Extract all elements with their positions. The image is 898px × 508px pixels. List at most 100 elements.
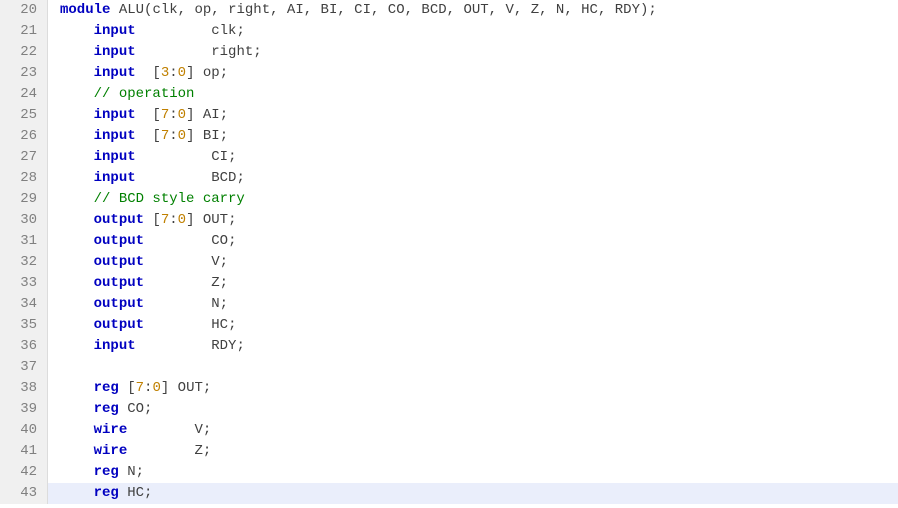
token-ident: CI: [211, 149, 228, 165]
code-content[interactable]: input [3:0] op;: [48, 63, 898, 84]
code-content[interactable]: module ALU(clk, op, right, AI, BI, CI, C…: [48, 0, 898, 21]
code-content[interactable]: output N;: [48, 294, 898, 315]
token-kw: output: [94, 254, 144, 270]
code-line[interactable]: 35 output HC;: [0, 315, 898, 336]
token-punct: :: [169, 107, 177, 123]
code-line[interactable]: 24 // operation: [0, 84, 898, 105]
token-num: 3: [161, 65, 169, 81]
code-content[interactable]: [48, 357, 898, 378]
code-line[interactable]: 30 output [7:0] OUT;: [0, 210, 898, 231]
code-editor[interactable]: 20module ALU(clk, op, right, AI, BI, CI,…: [0, 0, 898, 504]
token-punct: [136, 338, 212, 354]
line-number: 40: [0, 420, 48, 441]
code-line[interactable]: 36 input RDY;: [0, 336, 898, 357]
token-ident: RDY: [615, 2, 640, 18]
code-line[interactable]: 26 input [7:0] BI;: [0, 126, 898, 147]
code-content[interactable]: // operation: [48, 84, 898, 105]
token-ident: OUT: [463, 2, 488, 18]
code-content[interactable]: input [7:0] AI;: [48, 105, 898, 126]
token-cmt: // BCD style carry: [94, 191, 245, 207]
token-ident: HC: [211, 317, 228, 333]
token-punct: ;: [228, 212, 236, 228]
token-ident: HC: [581, 2, 598, 18]
token-ident: V: [211, 254, 219, 270]
line-number: 21: [0, 21, 48, 42]
code-line[interactable]: 42 reg N;: [0, 462, 898, 483]
token-punct: ;: [253, 44, 261, 60]
token-ident: clk: [152, 2, 177, 18]
code-line[interactable]: 27 input CI;: [0, 147, 898, 168]
code-content[interactable]: reg HC;: [48, 483, 898, 504]
token-num: 0: [152, 380, 160, 396]
code-line[interactable]: 25 input [7:0] AI;: [0, 105, 898, 126]
token-punct: ;: [220, 275, 228, 291]
code-line[interactable]: 37: [0, 357, 898, 378]
token-punct: [60, 212, 94, 228]
code-content[interactable]: output V;: [48, 252, 898, 273]
code-content[interactable]: output CO;: [48, 231, 898, 252]
code-content[interactable]: output Z;: [48, 273, 898, 294]
code-line[interactable]: 43 reg HC;: [0, 483, 898, 504]
token-ident: RDY: [211, 338, 236, 354]
line-number: 23: [0, 63, 48, 84]
token-kw: input: [94, 338, 136, 354]
code-line[interactable]: 23 input [3:0] op;: [0, 63, 898, 84]
line-number: 43: [0, 483, 48, 504]
token-kw: input: [94, 107, 136, 123]
line-number: 22: [0, 42, 48, 63]
code-content[interactable]: output [7:0] OUT;: [48, 210, 898, 231]
token-punct: ]: [186, 128, 203, 144]
token-punct: ;: [648, 2, 656, 18]
token-punct: ,: [337, 2, 354, 18]
token-punct: ;: [220, 107, 228, 123]
line-number: 27: [0, 147, 48, 168]
code-line[interactable]: 22 input right;: [0, 42, 898, 63]
code-content[interactable]: reg N;: [48, 462, 898, 483]
token-ident: op: [203, 65, 220, 81]
code-line[interactable]: 33 output Z;: [0, 273, 898, 294]
code-line[interactable]: 20module ALU(clk, op, right, AI, BI, CI,…: [0, 0, 898, 21]
token-punct: ;: [203, 443, 211, 459]
token-punct: ]: [186, 65, 203, 81]
code-line[interactable]: 28 input BCD;: [0, 168, 898, 189]
token-kw: output: [94, 275, 144, 291]
token-punct: ;: [236, 23, 244, 39]
code-line[interactable]: 39 reg CO;: [0, 399, 898, 420]
code-content[interactable]: input right;: [48, 42, 898, 63]
code-line[interactable]: 32 output V;: [0, 252, 898, 273]
code-content[interactable]: input RDY;: [48, 336, 898, 357]
token-punct: ,: [598, 2, 615, 18]
code-content[interactable]: wire Z;: [48, 441, 898, 462]
code-content[interactable]: reg [7:0] OUT;: [48, 378, 898, 399]
code-line[interactable]: 31 output CO;: [0, 231, 898, 252]
code-content[interactable]: reg CO;: [48, 399, 898, 420]
code-content[interactable]: input CI;: [48, 147, 898, 168]
token-punct: ,: [270, 2, 287, 18]
token-ident: CO: [211, 233, 228, 249]
code-content[interactable]: input [7:0] BI;: [48, 126, 898, 147]
code-content[interactable]: // BCD style carry: [48, 189, 898, 210]
code-content[interactable]: output HC;: [48, 315, 898, 336]
line-number: 41: [0, 441, 48, 462]
token-punct: :: [169, 212, 177, 228]
code-line[interactable]: 38 reg [7:0] OUT;: [0, 378, 898, 399]
token-punct: [60, 275, 94, 291]
token-punct: [60, 44, 94, 60]
code-line[interactable]: 41 wire Z;: [0, 441, 898, 462]
code-line[interactable]: 40 wire V;: [0, 420, 898, 441]
token-punct: [60, 191, 94, 207]
token-punct: [136, 44, 212, 60]
code-line[interactable]: 29 // BCD style carry: [0, 189, 898, 210]
line-number: 31: [0, 231, 48, 252]
token-punct: ;: [220, 254, 228, 270]
token-punct: ;: [144, 401, 152, 417]
token-ident: BI: [321, 2, 338, 18]
token-punct: ;: [136, 464, 144, 480]
token-ident: BCD: [211, 170, 236, 186]
code-content[interactable]: input BCD;: [48, 168, 898, 189]
code-line[interactable]: 21 input clk;: [0, 21, 898, 42]
code-content[interactable]: input clk;: [48, 21, 898, 42]
code-content[interactable]: wire V;: [48, 420, 898, 441]
token-punct: ;: [236, 170, 244, 186]
code-line[interactable]: 34 output N;: [0, 294, 898, 315]
